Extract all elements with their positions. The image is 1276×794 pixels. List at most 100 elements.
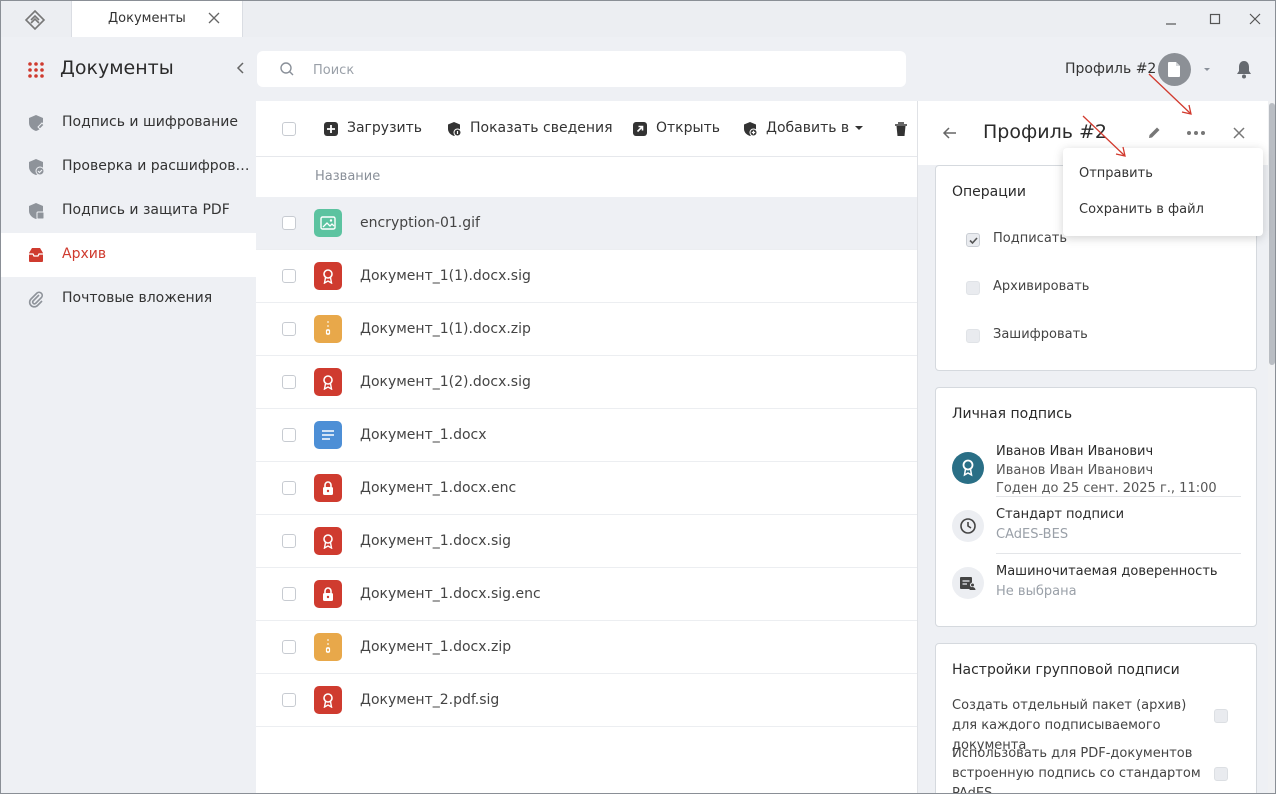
- file-row[interactable]: Документ_1.docx.zip: [256, 621, 917, 674]
- add-to-button[interactable]: Добавить в: [742, 119, 872, 141]
- row-checkbox[interactable]: [282, 322, 296, 336]
- apps-grid-icon[interactable]: [27, 61, 45, 79]
- menu-item-send[interactable]: Отправить: [1079, 166, 1153, 181]
- column-header-name[interactable]: Название: [315, 169, 380, 184]
- toolbar: Загрузить Показать сведения Открыть Доба…: [256, 101, 917, 157]
- checkmark-icon: [969, 237, 978, 245]
- scrollbar-thumb[interactable]: [1269, 103, 1275, 365]
- open-label: Открыть: [656, 120, 720, 136]
- personal-signature-card: Личная подпись Иванов Иван Иванович Иван…: [935, 387, 1257, 627]
- encrypt-checkbox[interactable]: [966, 329, 980, 343]
- zip-file-icon: [314, 633, 342, 661]
- row-checkbox[interactable]: [282, 481, 296, 495]
- power-of-attorney-label: Машиночитаемая доверенность: [996, 564, 1218, 579]
- pades-checkbox[interactable]: [1214, 767, 1228, 781]
- sidebar-item-mail-attachments[interactable]: Почтовые вложения: [1, 277, 256, 321]
- chevron-down-icon[interactable]: [1201, 63, 1213, 75]
- show-details-label: Показать сведения: [470, 120, 613, 136]
- operation-label: Зашифровать: [993, 327, 1088, 342]
- sidebar-item-sign-encrypt[interactable]: Подпись и шифрование: [1, 101, 256, 145]
- panel-scrollbar[interactable]: [1268, 101, 1275, 793]
- chevron-left-icon[interactable]: [234, 61, 248, 75]
- operation-label: Архивировать: [993, 279, 1090, 294]
- file-name: Документ_1.docx.zip: [360, 639, 512, 655]
- row-checkbox[interactable]: [282, 216, 296, 230]
- file-row[interactable]: Документ_1(1).docx.zip: [256, 303, 917, 356]
- signature-file-icon: [314, 262, 342, 290]
- tab-label: Документы: [108, 11, 186, 26]
- personal-signature-title: Личная подпись: [952, 406, 1073, 422]
- power-of-attorney-value: Не выбрана: [996, 584, 1077, 599]
- file-name: Документ_1.docx.sig: [360, 533, 512, 549]
- row-checkbox[interactable]: [282, 269, 296, 283]
- certificate-subject: Иванов Иван Иванович: [996, 463, 1154, 478]
- pades-option-label: Использовать для PDF-документов встроенн…: [952, 746, 1201, 794]
- add-to-label: Добавить в: [766, 120, 850, 136]
- file-row[interactable]: Документ_1.docx.sig.enc: [256, 568, 917, 621]
- tab-close-icon[interactable]: [206, 10, 222, 26]
- sidebar-item-sign-pdf[interactable]: Подпись и защита PDF: [1, 189, 256, 233]
- sidebar-item-label: Подпись и шифрование: [62, 114, 238, 130]
- file-row[interactable]: Документ_1.docx.sig: [256, 515, 917, 568]
- file-row[interactable]: Документ_1(1).docx.sig: [256, 250, 917, 303]
- file-row[interactable]: Документ_1(2).docx.sig: [256, 356, 917, 409]
- show-details-button[interactable]: Показать сведения: [446, 119, 613, 141]
- file-name: Документ_2.pdf.sig: [360, 692, 500, 708]
- file-row[interactable]: Документ_2.pdf.sig: [256, 674, 917, 727]
- avatar[interactable]: [1158, 53, 1191, 86]
- file-row[interactable]: encryption-01.gif: [256, 197, 917, 250]
- bell-icon[interactable]: [1235, 59, 1253, 79]
- search-bar: [257, 51, 906, 87]
- row-checkbox[interactable]: [282, 587, 296, 601]
- sidebar: Документы Подпись и шифрование Проверка …: [1, 37, 256, 793]
- upload-icon: [324, 122, 338, 136]
- search-icon: [280, 62, 294, 76]
- file-name: Документ_1.docx.enc: [360, 480, 517, 496]
- row-checkbox[interactable]: [282, 693, 296, 707]
- document-avatar-icon: [1168, 62, 1180, 77]
- pencil-icon[interactable]: [1146, 125, 1162, 141]
- file-row[interactable]: Документ_1.docx.enc: [256, 462, 917, 515]
- sidebar-item-label: Архив: [62, 246, 107, 262]
- close-icon[interactable]: [1231, 125, 1247, 141]
- document-file-icon: [314, 421, 342, 449]
- more-horizontal-icon[interactable]: [1186, 125, 1206, 141]
- sidebar-item-verify-decrypt[interactable]: Проверка и расшифров…: [1, 145, 256, 189]
- certificate-selector[interactable]: Иванов Иван Иванович Иванов Иван Иванови…: [936, 440, 1256, 496]
- archive-checkbox[interactable]: [966, 281, 980, 295]
- archive-icon: [29, 248, 43, 262]
- search-input[interactable]: [313, 60, 873, 80]
- row-checkbox[interactable]: [282, 640, 296, 654]
- encrypted-file-icon: [314, 474, 342, 502]
- maximize-icon[interactable]: [1207, 11, 1223, 27]
- sign-checkbox[interactable]: [966, 233, 980, 247]
- certificate-owner: Иванов Иван Иванович: [996, 444, 1154, 459]
- file-name: Документ_1(2).docx.sig: [360, 374, 531, 390]
- divider: [996, 553, 1241, 554]
- upload-button[interactable]: Загрузить: [323, 119, 423, 141]
- file-name: Документ_1.docx: [360, 427, 487, 443]
- shield-add-icon: [744, 122, 758, 137]
- power-of-attorney-selector[interactable]: Машиночитаемая доверенность Не выбрана: [936, 557, 1256, 609]
- window-close-icon[interactable]: [1247, 11, 1263, 27]
- arrow-back-icon[interactable]: [942, 125, 958, 141]
- signature-file-icon: [314, 527, 342, 555]
- row-checkbox[interactable]: [282, 534, 296, 548]
- certificate-validity: Годен до 25 сент. 2025 г., 11:00: [996, 481, 1217, 496]
- tab-documents[interactable]: Документы: [71, 1, 243, 38]
- separate-package-checkbox[interactable]: [1214, 709, 1228, 723]
- select-all-checkbox[interactable]: [282, 122, 296, 136]
- menu-item-save-to-file[interactable]: Сохранить в файл: [1079, 202, 1204, 217]
- paperclip-icon: [28, 291, 43, 308]
- file-row[interactable]: Документ_1.docx: [256, 409, 917, 462]
- open-button[interactable]: Открыть: [632, 119, 722, 141]
- profile-selector[interactable]: Профиль #2: [1065, 61, 1156, 77]
- row-checkbox[interactable]: [282, 375, 296, 389]
- operations-title: Операции: [952, 184, 1026, 200]
- sidebar-item-archive[interactable]: Архив: [1, 233, 256, 277]
- signature-standard-selector[interactable]: Стандарт подписи CAdES-BES: [936, 500, 1256, 552]
- group-signature-card: Настройки групповой подписи Создать отде…: [935, 643, 1257, 794]
- minimize-icon[interactable]: [1163, 11, 1179, 27]
- trash-icon[interactable]: [893, 121, 909, 137]
- row-checkbox[interactable]: [282, 428, 296, 442]
